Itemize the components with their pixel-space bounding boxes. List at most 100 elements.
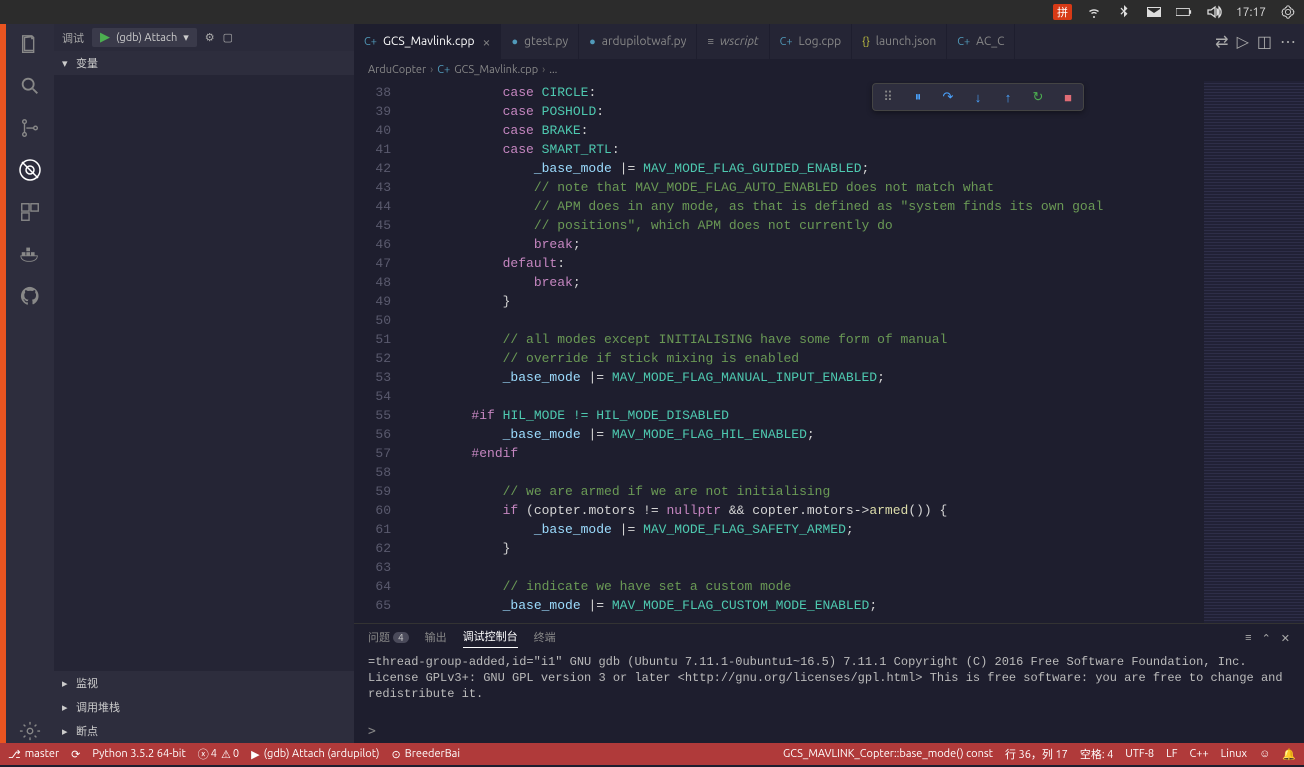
play-icon: ▶ [100, 30, 110, 45]
docker-icon[interactable] [18, 242, 42, 266]
volume-icon[interactable] [1206, 4, 1222, 20]
restart-icon[interactable]: ↻ [1029, 88, 1047, 106]
wifi-icon[interactable] [1086, 4, 1102, 20]
editor-tab[interactable]: C+AC_C [947, 24, 1015, 59]
chevron-right-icon: ▸ [62, 725, 72, 738]
tab-label: AC_C [976, 35, 1004, 48]
clock[interactable]: 17:17 [1236, 6, 1266, 19]
line-gutter: 38 39 40 41 42 43 44 45 46 47 48 49 50 5… [354, 81, 409, 623]
git-branch[interactable]: ⎇ master [8, 748, 59, 761]
tab-label: wscript [720, 35, 759, 48]
debug-console-input[interactable]: > [354, 724, 1304, 743]
debug-icon[interactable] [18, 158, 42, 182]
run-icon[interactable]: ▷ [1237, 32, 1249, 51]
eol[interactable]: LF [1166, 748, 1177, 760]
tab-label: launch.json [876, 35, 936, 48]
cpp-icon: C+ [437, 64, 450, 76]
tab-debug-console[interactable]: 调试控制台 [463, 628, 518, 648]
debug-header: 调试 ▶ (gdb) Attach ▾ ⚙ ▢ [54, 24, 354, 51]
drag-handle-icon[interactable]: ⠿ [879, 88, 897, 106]
compare-icon[interactable]: ⇄ [1215, 32, 1228, 51]
system-gear-icon[interactable] [1280, 4, 1296, 20]
section-variables[interactable]: ▾变量 [54, 51, 354, 75]
editor-tab[interactable]: ≡ wscript [697, 24, 769, 59]
language-mode[interactable]: C++ [1190, 748, 1209, 760]
extensions-icon[interactable] [18, 200, 42, 224]
file-icon: C+ [364, 36, 377, 48]
editor-tab[interactable]: C+ GCS_Mavlink.cpp × [354, 24, 501, 59]
symbol-scope[interactable]: GCS_MAVLINK_Copter::base_mode() const [783, 748, 993, 760]
feedback-icon[interactable]: ☺ [1259, 748, 1270, 760]
close-icon[interactable]: × [483, 34, 491, 50]
minimap[interactable] [1204, 81, 1304, 623]
debug-console-icon[interactable]: ▢ [223, 31, 233, 44]
code-editor[interactable]: 38 39 40 41 42 43 44 45 46 47 48 49 50 5… [354, 81, 1304, 623]
step-over-icon[interactable]: ↷ [939, 88, 957, 106]
tab-terminal[interactable]: 终端 [534, 629, 556, 648]
bell-icon[interactable]: 🔔 [1282, 748, 1296, 761]
pause-icon[interactable]: ⏸ [909, 88, 927, 106]
editor-tabs: C+ GCS_Mavlink.cpp × ● gtest.py ●ardupilotwaf… [354, 24, 1304, 59]
debug-toolbar: ⠿ ⏸ ↷ ↓ ↑ ↻ ■ [872, 83, 1084, 111]
debug-config-dropdown[interactable]: ▶ (gdb) Attach ▾ [92, 28, 197, 47]
split-icon[interactable]: ◫ [1257, 32, 1272, 51]
file-icon: ● [511, 36, 518, 48]
collapse-icon[interactable]: ⌃ [1262, 632, 1271, 645]
step-into-icon[interactable]: ↓ [969, 88, 987, 106]
file-icon: ≡ [707, 36, 713, 48]
file-icon: C+ [780, 36, 793, 48]
tab-actions: ⇄ ▷ ◫ ⋯ [1207, 32, 1304, 51]
search-icon[interactable] [18, 74, 42, 98]
error-count[interactable]: ⓧ 4 ⚠ 0 [198, 746, 239, 762]
breadcrumbs[interactable]: ArduCopter› C+ GCS_Mavlink.cpp› ... [354, 59, 1304, 81]
gear-icon[interactable]: ⚙ [205, 31, 215, 44]
section-callstack[interactable]: ▸调用堆栈 [54, 695, 354, 719]
more-icon[interactable]: ⋯ [1280, 32, 1296, 51]
ime-indicator[interactable]: 拼 [1053, 4, 1072, 20]
cursor-position[interactable]: 行 36，列 17 [1005, 746, 1068, 762]
settings-icon[interactable] [18, 719, 42, 743]
tab-label: gtest.py [524, 35, 568, 48]
source-control-icon[interactable] [18, 116, 42, 140]
encoding[interactable]: UTF-8 [1125, 748, 1154, 760]
github-icon[interactable] [18, 284, 42, 308]
python-env[interactable]: Python 3.5.2 64-bit [92, 748, 185, 760]
editor-tab[interactable]: {}launch.json [852, 24, 947, 59]
bottom-panel: 问题4 输出 调试控制台 终端 ≡ ⌃ ✕ =thread-group-adde… [354, 623, 1304, 743]
sidebar-title: 调试 [62, 30, 84, 46]
battery-icon[interactable] [1176, 4, 1192, 20]
indent[interactable]: 空格: 4 [1080, 746, 1113, 762]
editor-tab[interactable]: ●ardupilotwaf.py [579, 24, 697, 59]
stop-icon[interactable]: ■ [1059, 88, 1077, 106]
editor-tab[interactable]: C+ Log.cpp [770, 24, 853, 59]
system-topbar: 拼 17:17 [0, 0, 1304, 24]
tab-label: Log.cpp [799, 35, 842, 48]
tab-output[interactable]: 输出 [425, 629, 447, 648]
debug-status[interactable]: ▶ (gdb) Attach (ardupilot) [251, 748, 379, 761]
section-breakpoints[interactable]: ▸断点 [54, 719, 354, 743]
step-out-icon[interactable]: ↑ [999, 88, 1017, 106]
clear-icon[interactable]: ≡ [1245, 632, 1251, 645]
status-bar: ⎇ master ⟳ Python 3.5.2 64-bit ⓧ 4 ⚠ 0 ▶… [0, 743, 1304, 765]
panel-tabs: 问题4 输出 调试控制台 终端 ≡ ⌃ ✕ [354, 624, 1304, 652]
chevron-down-icon: ▾ [183, 31, 189, 44]
chevron-down-icon: ▾ [62, 57, 72, 70]
sync-icon[interactable]: ⟳ [71, 748, 80, 761]
editor-tab[interactable]: ● gtest.py [501, 24, 579, 59]
section-watch[interactable]: ▸监视 [54, 671, 354, 695]
os[interactable]: Linux [1221, 748, 1247, 760]
editor-area: C+ GCS_Mavlink.cpp × ● gtest.py ●ardupilotwaf… [354, 24, 1304, 743]
code-content[interactable]: case CIRCLE: case POSHOLD: case BRAKE: c… [409, 81, 1204, 623]
activity-bar [6, 24, 54, 743]
bluetooth-icon[interactable] [1116, 4, 1132, 20]
debug-console-output[interactable]: =thread-group-added,id="i1" GNU gdb (Ubu… [354, 652, 1304, 724]
close-panel-icon[interactable]: ✕ [1281, 632, 1290, 645]
mail-icon[interactable] [1146, 4, 1162, 20]
tab-problems[interactable]: 问题4 [368, 629, 409, 648]
github-user[interactable]: ⊙ BreederBai [392, 748, 461, 761]
chevron-right-icon: ▸ [62, 701, 72, 714]
tab-label: GCS_Mavlink.cpp [383, 35, 475, 48]
tab-label: ardupilotwaf.py [602, 35, 687, 48]
chevron-right-icon: ▸ [62, 677, 72, 690]
explorer-icon[interactable] [18, 32, 42, 56]
